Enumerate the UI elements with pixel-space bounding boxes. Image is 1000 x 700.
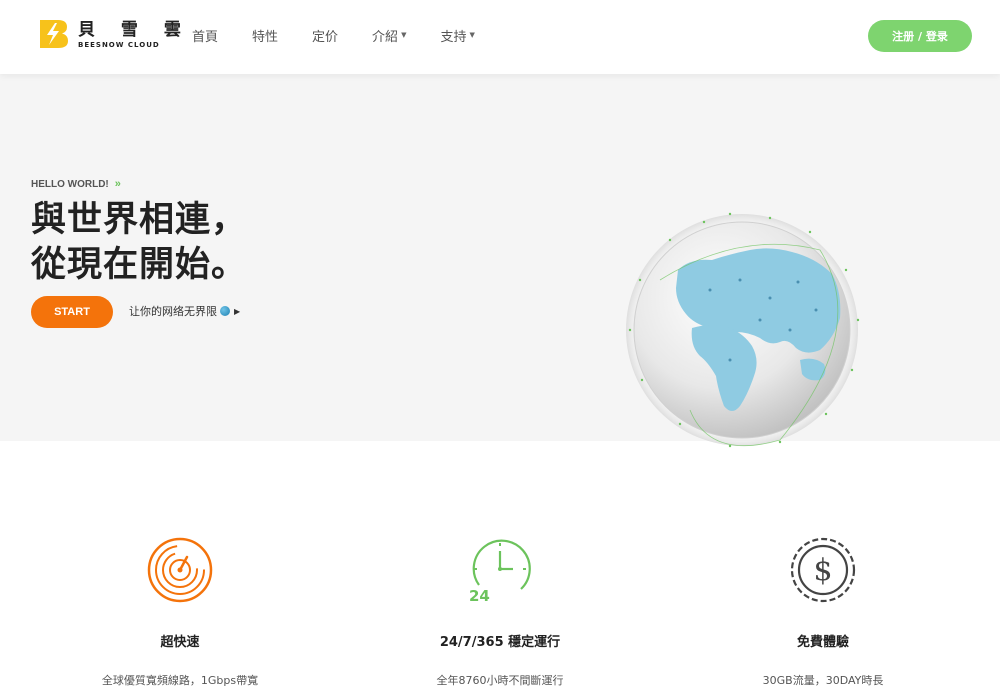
feature-card-free-trial: $ 免費體驗 30GB流量，30DAY時長: [723, 535, 923, 688]
nav-about-label: 介紹: [372, 29, 399, 45]
feature-title: 24/7/365 穩定運行: [439, 635, 561, 650]
double-chevron-right-icon: »: [114, 178, 121, 190]
hero-kicker-text: HELLO WORLD!: [31, 178, 109, 190]
feature-card-uptime: 24 24/7/365 穩定運行 全年8760小時不間斷運行: [400, 535, 600, 688]
nav-features[interactable]: 特性: [252, 26, 278, 45]
play-triangle-icon: ▶: [234, 306, 241, 316]
nav-features-label: 特性: [252, 29, 279, 45]
logo-english-text: BEESNOW CLOUD: [78, 40, 160, 49]
logo-chinese-text: 貝 雪 雲: [78, 19, 191, 40]
svg-text:24: 24: [469, 587, 490, 605]
main-nav: 首頁 特性 定价 介紹 ▼ 支持 ▼: [192, 0, 509, 70]
feature-desc: 全年8760小時不間斷運行: [436, 674, 564, 687]
feature-title: 超快速: [160, 635, 200, 650]
caret-down-icon: ▼: [469, 31, 475, 39]
globe-illustration: [626, 212, 860, 448]
top-navbar: 貝 雪 雲 BEESNOW CLOUD 首頁 特性 定价 介紹 ▼ 支持 ▼ 注…: [0, 0, 1000, 74]
register-login-button[interactable]: 注册 / 登录: [868, 20, 972, 52]
hero-sub-link[interactable]: 让你的网络无界限 ▶: [129, 303, 240, 319]
start-button[interactable]: START: [31, 296, 113, 328]
nav-home-label: 首頁: [192, 29, 219, 45]
clock-24-icon: 24: [469, 539, 531, 605]
hero-section: HELLO WORLD! » 與世界相連， 從現在開始。 START 让你的网络…: [0, 74, 1000, 448]
hero-title: 與世界相連， 從現在開始。: [31, 198, 247, 288]
feature-desc: 30GB流量，30DAY時長: [762, 674, 884, 687]
nav-pricing[interactable]: 定价: [312, 26, 338, 45]
globe-icon: [220, 306, 230, 316]
feature-desc: 全球優質寬頻線路，1Gbps帶寬: [101, 674, 259, 687]
nav-home[interactable]: 首頁: [192, 26, 218, 45]
hero-title-line1: 與世界相連，: [31, 200, 248, 240]
dollar-coin-icon: $: [790, 537, 856, 603]
brand-logo[interactable]: 貝 雪 雲 BEESNOW CLOUD: [36, 17, 191, 51]
speedometer-icon: [147, 537, 213, 603]
svg-text:$: $: [813, 553, 832, 588]
nav-support-label: 支持: [440, 29, 467, 45]
feature-card-speed: 超快速 全球優質寬頻線路，1Gbps帶寬: [80, 535, 280, 688]
nav-pricing-label: 定价: [312, 29, 339, 45]
hero-kicker: HELLO WORLD! »: [31, 178, 121, 190]
nav-support-dropdown[interactable]: 支持 ▼: [440, 26, 474, 45]
hero-title-line2: 從現在開始。: [31, 245, 248, 285]
nav-about-dropdown[interactable]: 介紹 ▼: [372, 26, 406, 45]
feature-title: 免費體驗: [796, 635, 849, 650]
hero-sub-link-text: 让你的网络无界限: [129, 305, 217, 318]
caret-down-icon: ▼: [401, 31, 407, 39]
logo-b-icon: [40, 20, 68, 48]
